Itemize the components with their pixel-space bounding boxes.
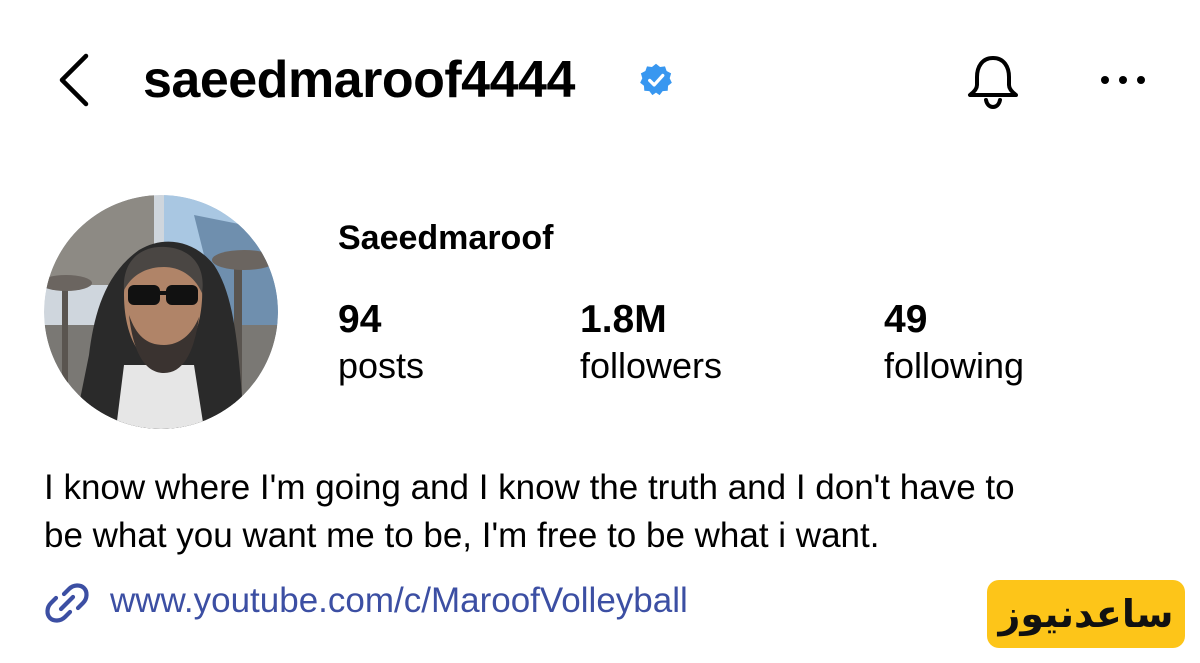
bio-line: I know where I'm going and I know the tr… (44, 468, 1015, 507)
posts-label: posts (338, 345, 425, 386)
profile-avatar[interactable] (44, 195, 278, 429)
profile-bio: I know where I'm going and I know the tr… (44, 464, 1174, 560)
bio-line: be what you want me to be, I'm free to b… (44, 516, 880, 555)
profile-username: saeedmaroof4444 (143, 51, 575, 109)
link-icon (45, 583, 89, 623)
following-label: following (884, 345, 1025, 386)
posts-count: 94 (338, 298, 382, 341)
more-options-button[interactable] (1094, 60, 1154, 100)
following-stat[interactable]: 49 following (884, 296, 1024, 388)
followers-count: 1.8M (580, 298, 667, 341)
bell-icon (968, 56, 1018, 110)
verified-badge-icon (640, 63, 672, 96)
profile-link-text: www.youtube.com/c/MaroofVolleyball (110, 581, 688, 620)
notifications-button[interactable] (962, 50, 1024, 112)
profile-photo (44, 195, 278, 429)
profile-display-name: Saeedmaroof (338, 219, 554, 257)
watermark-text: ساعدنیوز (998, 592, 1174, 636)
followers-label: followers (580, 345, 723, 386)
back-button[interactable] (50, 50, 100, 110)
following-count: 49 (884, 298, 928, 341)
posts-stat[interactable]: 94 posts (338, 296, 424, 388)
watermark-logo: ساعدنیوز (987, 580, 1185, 648)
chevron-left-icon (59, 53, 89, 107)
more-horizontal-icon (1101, 76, 1145, 84)
followers-stat[interactable]: 1.8M followers (580, 296, 722, 388)
